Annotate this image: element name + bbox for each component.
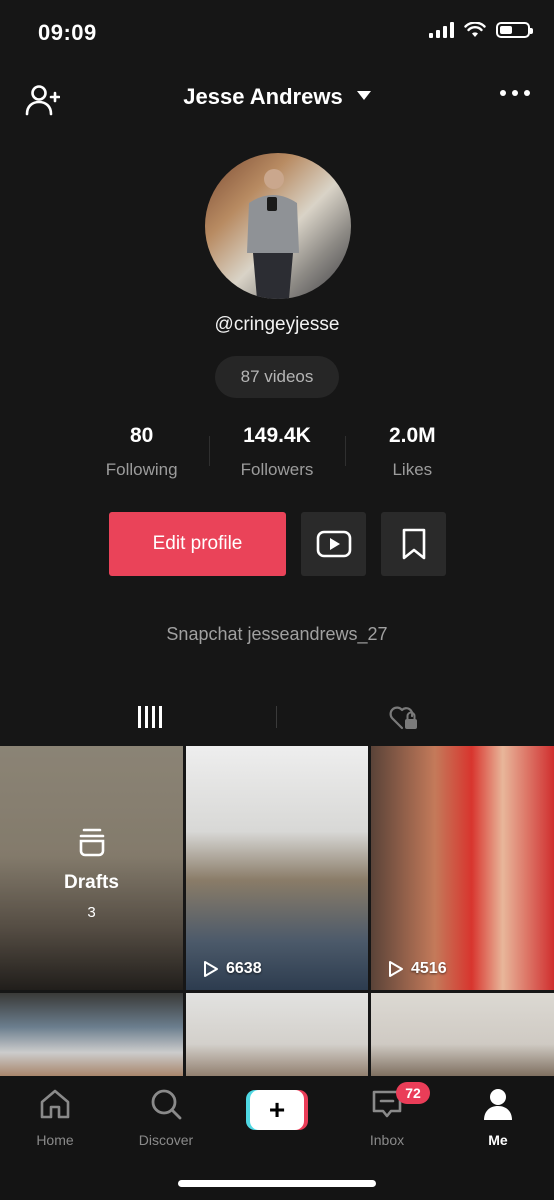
more-options-icon[interactable] xyxy=(500,90,530,96)
profile-icon xyxy=(484,1089,512,1120)
video-tile[interactable] xyxy=(371,993,554,1078)
stat-likes[interactable]: 2.0M Likes xyxy=(344,422,480,484)
nav-discover[interactable]: Discover xyxy=(121,1086,211,1148)
youtube-link-button[interactable] xyxy=(301,512,366,576)
nav-inbox[interactable]: 72 Inbox xyxy=(342,1082,432,1148)
play-icon xyxy=(204,961,218,977)
nav-label: Home xyxy=(36,1132,74,1148)
drafts-icon xyxy=(79,828,105,857)
edit-profile-button[interactable]: Edit profile xyxy=(109,512,286,576)
drafts-count: 3 xyxy=(87,904,96,921)
videos-count-badge: 87 videos xyxy=(215,356,339,398)
avatar-photo xyxy=(247,169,299,299)
stat-label: Likes xyxy=(392,460,433,479)
profile-stats: 80 Following 149.4K Followers 2.0M Likes xyxy=(74,422,480,484)
create-video-button[interactable]: + xyxy=(246,1090,308,1130)
battery-level xyxy=(500,26,512,34)
home-indicator xyxy=(178,1180,376,1187)
drafts-label: Drafts xyxy=(64,872,119,893)
search-icon xyxy=(151,1089,182,1120)
nav-label: Inbox xyxy=(369,1132,405,1148)
play-icon xyxy=(389,961,403,977)
battery-icon xyxy=(496,22,533,38)
nav-label: Me xyxy=(488,1132,508,1148)
avatar[interactable] xyxy=(205,153,351,299)
nav-me[interactable]: Me xyxy=(453,1086,543,1148)
stat-label: Followers xyxy=(240,460,314,479)
profile-header: Jesse Andrews xyxy=(0,70,554,126)
account-switcher[interactable]: Jesse Andrews xyxy=(0,84,554,110)
video-grid: Drafts 3 6638 4516 xyxy=(0,746,554,1078)
video-tile[interactable]: 6638 xyxy=(186,746,368,990)
signal-icon xyxy=(429,22,454,38)
status-icons xyxy=(429,22,533,38)
username-handle: @cringeyjesse xyxy=(214,314,340,335)
play-count: 6638 xyxy=(202,960,262,978)
stat-value: 149.4K xyxy=(243,424,311,447)
inbox-badge: 72 xyxy=(396,1082,430,1104)
video-tile[interactable]: 4516 xyxy=(371,746,554,990)
bookmark-icon xyxy=(402,528,425,560)
nav-home[interactable]: Home xyxy=(10,1086,100,1148)
stat-label: Following xyxy=(105,460,178,479)
tab-divider xyxy=(276,706,277,728)
video-tile[interactable] xyxy=(186,993,368,1078)
content-tabs xyxy=(0,696,554,740)
play-count: 4516 xyxy=(387,960,447,978)
plus-icon: + xyxy=(250,1090,304,1130)
play-count-value: 6638 xyxy=(226,960,262,977)
chevron-down-icon xyxy=(356,91,371,100)
home-icon xyxy=(40,1089,70,1119)
status-bar: 09:09 xyxy=(0,0,554,70)
stat-value: 80 xyxy=(129,424,154,447)
page-title: Jesse Andrews xyxy=(183,84,343,109)
play-count-value: 4516 xyxy=(411,960,447,977)
stat-followers[interactable]: 149.4K Followers xyxy=(209,422,344,484)
wifi-icon xyxy=(464,22,486,37)
nav-label: Discover xyxy=(138,1132,194,1148)
videos-grid-tab-icon[interactable] xyxy=(138,706,162,728)
profile-bio: Snapchat jesseandrews_27 xyxy=(166,624,388,644)
drafts-tile[interactable]: Drafts 3 xyxy=(0,746,183,990)
youtube-icon xyxy=(316,530,351,558)
stat-value: 2.0M xyxy=(388,424,436,447)
video-tile[interactable] xyxy=(0,993,183,1078)
favorites-button[interactable] xyxy=(381,512,446,576)
status-time: 09:09 xyxy=(38,20,97,45)
stat-following[interactable]: 80 Following xyxy=(74,422,209,484)
liked-videos-lock-icon[interactable] xyxy=(388,704,420,732)
